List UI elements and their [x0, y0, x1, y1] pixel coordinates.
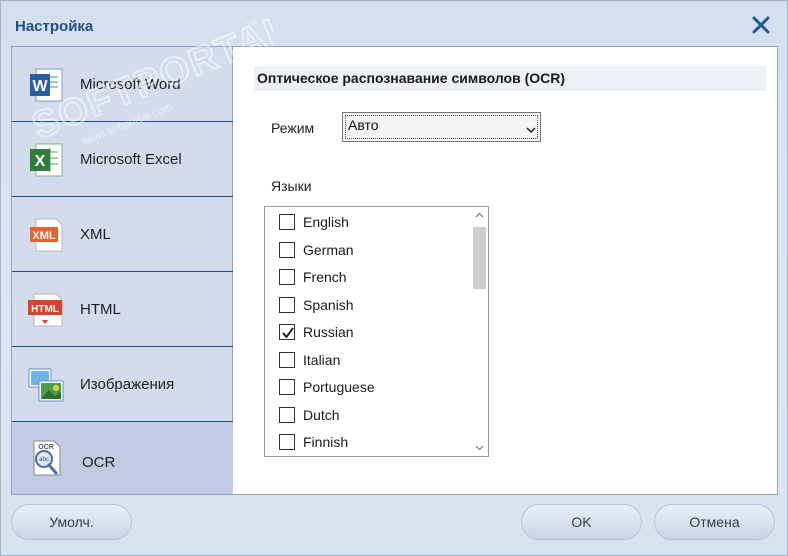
sidebar-item-label: XML [80, 226, 111, 243]
languages-label: Языки [271, 178, 312, 194]
language-label: Portuguese [303, 379, 375, 395]
chevron-up-icon[interactable] [471, 207, 488, 224]
sidebar-item-excel[interactable]: X Microsoft Excel [12, 122, 233, 197]
language-label: Spanish [303, 296, 354, 313]
section-header: Оптическое распознавание символов (OCR) [254, 66, 766, 91]
language-label: Italian [303, 351, 341, 368]
language-item-finnish[interactable]: Finnish [279, 430, 464, 454]
sidebar-item-word[interactable]: W Microsoft Word [12, 47, 233, 122]
svg-text:OCR: OCR [38, 444, 54, 451]
language-item-italian[interactable]: Italian [279, 348, 464, 372]
checkbox-checked[interactable] [279, 324, 295, 340]
cancel-button[interactable]: Отмена [654, 504, 775, 540]
window-title: Настройка [15, 18, 94, 35]
svg-text:W: W [32, 78, 48, 95]
language-label: English [303, 214, 349, 230]
sidebar-item-label: HTML [80, 301, 121, 318]
chevron-down-icon[interactable] [471, 439, 488, 456]
svg-text:TM: TM [245, 17, 259, 30]
language-item-portuguese[interactable]: Portuguese [279, 375, 464, 399]
mode-select-value: Авто [348, 117, 379, 133]
svg-text:XML: XML [32, 230, 56, 242]
ok-button[interactable]: OK [521, 504, 642, 540]
checkbox[interactable] [279, 379, 295, 395]
ocr-settings-panel: Оптическое распознавание символов (OCR) … [234, 47, 777, 494]
scrollbar[interactable] [471, 207, 488, 456]
language-item-french[interactable]: French [279, 265, 464, 289]
language-label: German [303, 241, 354, 258]
checkbox[interactable] [279, 296, 295, 313]
sidebar-item-xml[interactable]: XML XML [12, 197, 233, 272]
checkbox[interactable] [279, 214, 295, 230]
settings-frame: W Microsoft Word X Microsoft Excel XML X… [11, 46, 778, 495]
section-title: Оптическое распознавание символов (OCR) [257, 70, 566, 86]
close-icon[interactable] [749, 13, 773, 37]
language-item-russian[interactable]: Russian [279, 320, 464, 344]
checkmark-icon [282, 327, 294, 339]
checkbox[interactable] [279, 434, 295, 450]
checkbox[interactable] [279, 406, 295, 423]
svg-text:X: X [35, 153, 46, 170]
chevron-down-icon [526, 121, 536, 134]
settings-dialog: Настройка W Microsoft Word X Microsoft E… [0, 0, 788, 556]
language-label: Russian [303, 324, 354, 340]
language-item-dutch[interactable]: Dutch [279, 403, 464, 427]
language-label: Dutch [303, 406, 340, 423]
sidebar-item-label: Microsoft Excel [80, 151, 182, 168]
sidebar-item-ocr[interactable]: OCR abc OCR [12, 422, 233, 494]
sidebar-item-label: Microsoft Word [80, 76, 181, 93]
sidebar: W Microsoft Word X Microsoft Excel XML X… [12, 47, 233, 494]
word-icon: W [26, 65, 66, 105]
checkbox[interactable] [279, 351, 295, 368]
sidebar-item-html[interactable]: HTML HTML [12, 272, 233, 347]
scrollbar-thumb[interactable] [473, 227, 486, 289]
language-item-spanish[interactable]: Spanish [279, 293, 464, 317]
checkbox[interactable] [279, 269, 295, 285]
excel-icon: X [26, 140, 66, 180]
checkbox[interactable] [279, 241, 295, 258]
language-item-german[interactable]: German [279, 238, 464, 262]
svg-text:abc: abc [39, 457, 49, 463]
defaults-button[interactable]: Умолч. [11, 504, 132, 540]
images-icon [26, 365, 66, 405]
html-icon: HTML [26, 290, 66, 330]
sidebar-item-label: OCR [82, 454, 116, 471]
mode-select[interactable]: Авто [342, 112, 541, 142]
svg-text:HTML: HTML [31, 304, 59, 315]
ocr-icon: OCR abc [26, 438, 66, 478]
mode-label: Режим [271, 120, 315, 136]
languages-list[interactable]: English German French Spanish Russian It… [264, 206, 489, 457]
sidebar-item-label: Изображения [80, 376, 175, 393]
language-label: French [303, 269, 347, 285]
xml-icon: XML [26, 215, 66, 255]
sidebar-item-images[interactable]: Изображения [12, 347, 233, 422]
language-label: Finnish [303, 434, 349, 450]
language-item-english[interactable]: English [279, 210, 464, 234]
